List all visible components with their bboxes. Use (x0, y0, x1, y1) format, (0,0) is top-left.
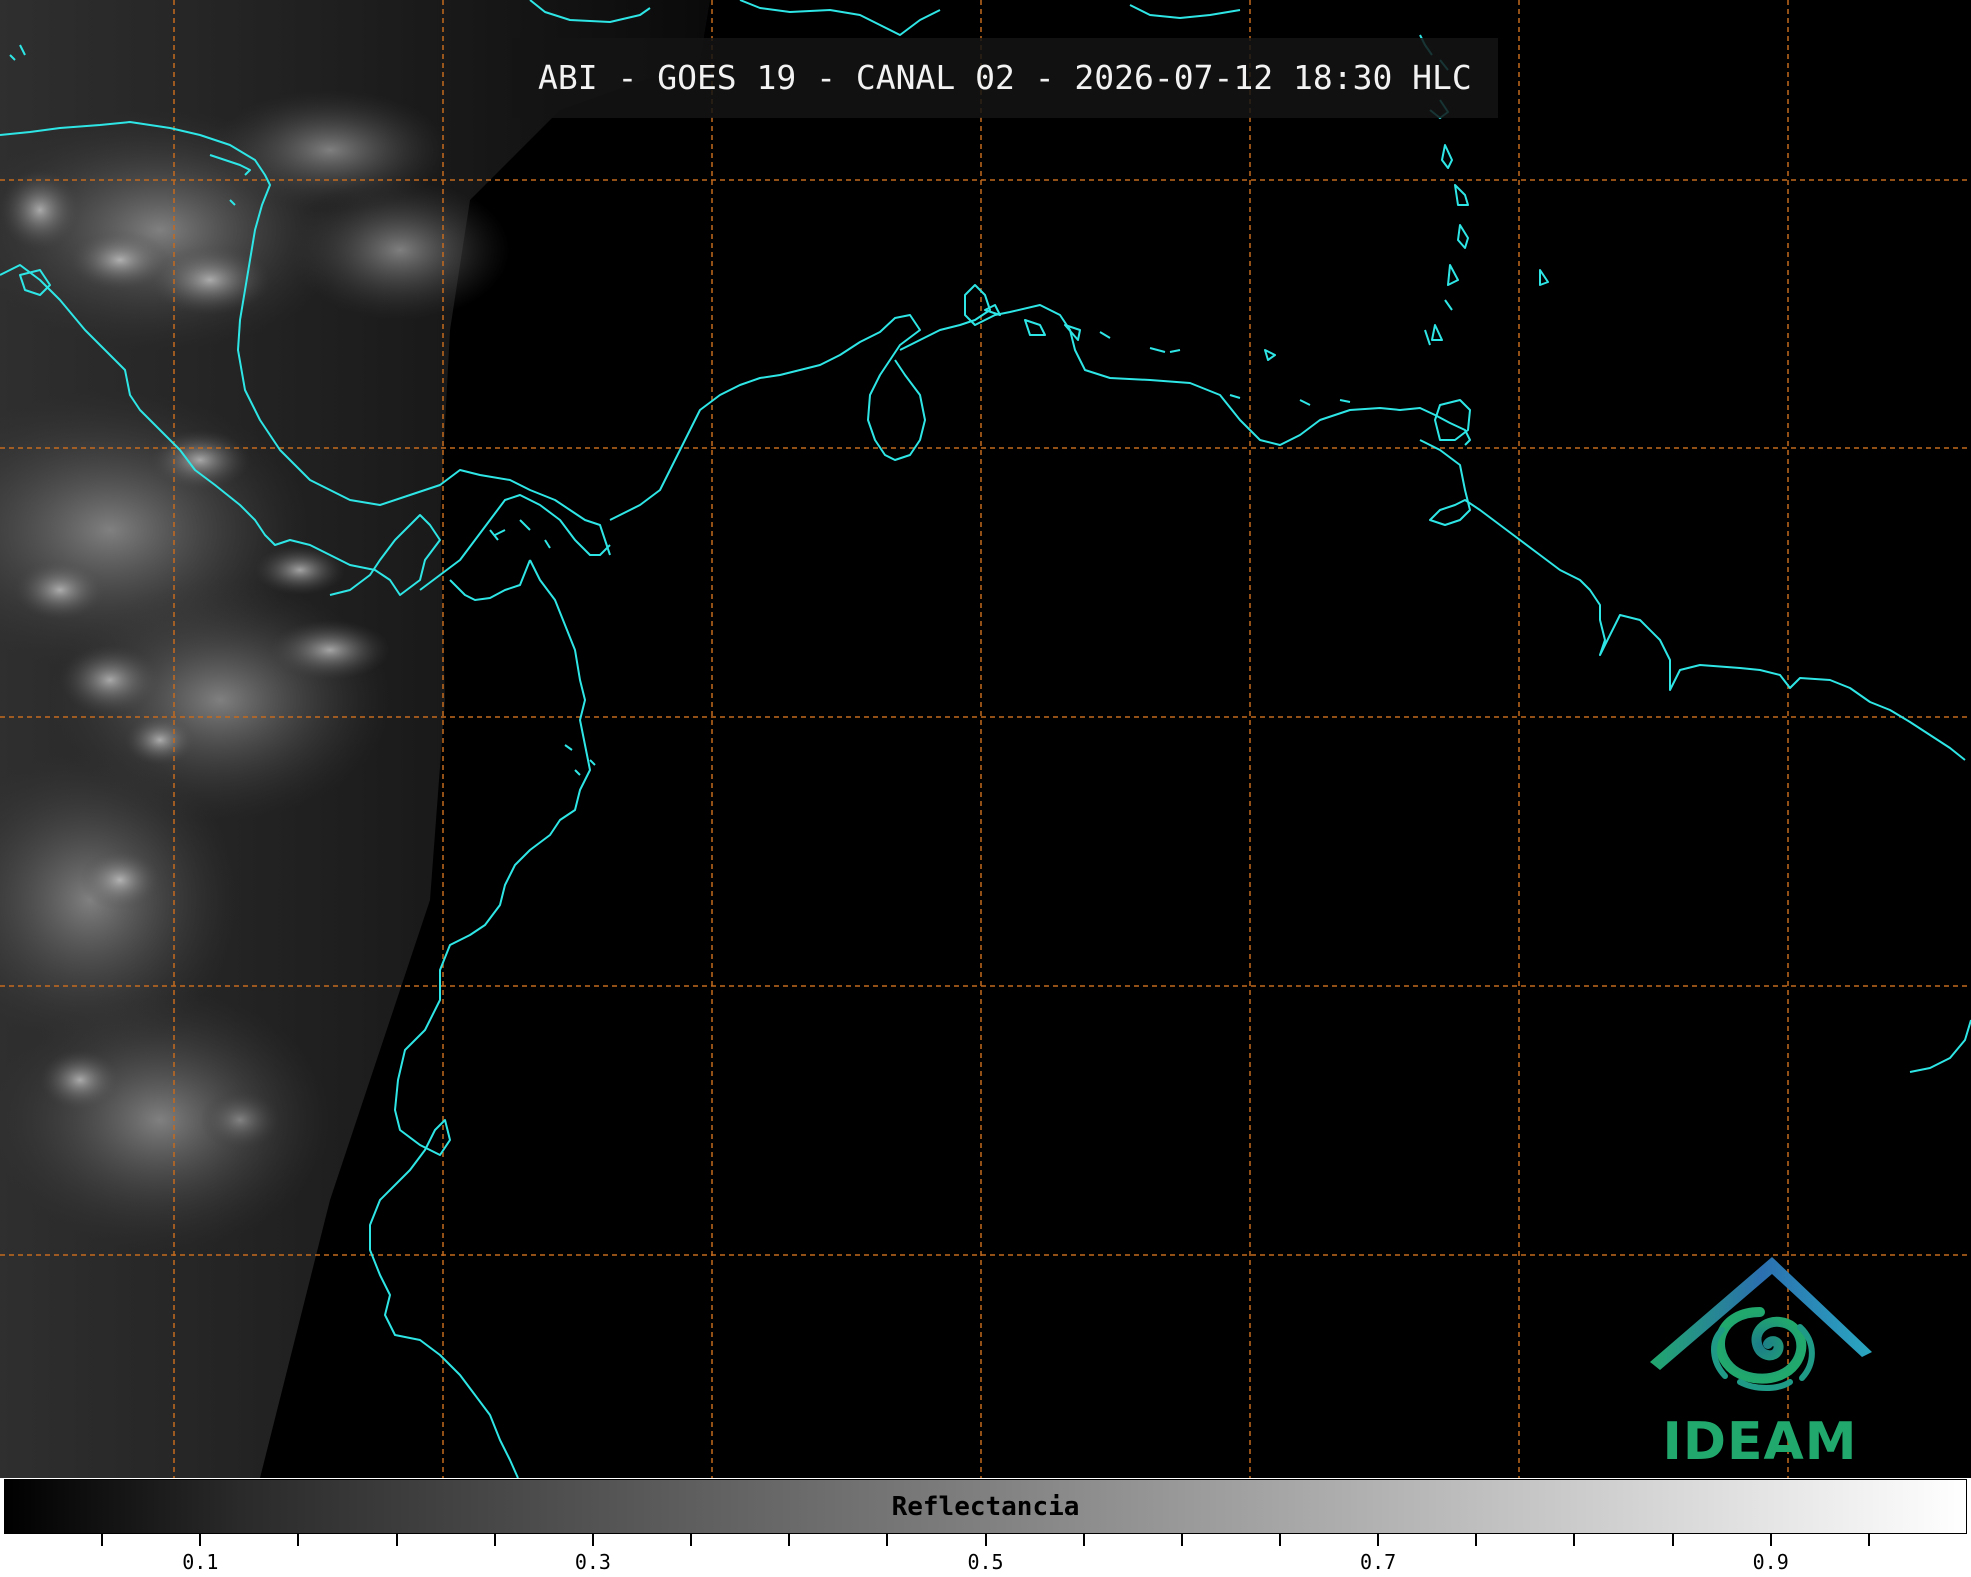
coastline-north-south-america (609, 314, 926, 521)
colorbar-tick (1867, 1534, 1870, 1546)
ideam-logo-icon (1650, 1257, 1872, 1391)
colorbar-tick (591, 1534, 594, 1546)
coastline-trinidad (1434, 399, 1471, 441)
coastline-panama-bay (449, 559, 531, 601)
colorbar-tick (395, 1534, 398, 1546)
satellite-map[interactable]: ABI - GOES 19 - CANAL 02 - 2026-07-12 18… (0, 0, 1971, 1478)
colorbar: Reflectancia 0.1 0.3 0.5 0.7 0.9 (0, 1478, 1971, 1577)
colorbar-tick (690, 1534, 693, 1546)
ideam-logo-text: IDEAM (1662, 1412, 1858, 1472)
coastline-small-islands (984, 304, 1351, 406)
colorbar-tick (1377, 1534, 1380, 1546)
colorbar-tick (1278, 1534, 1281, 1546)
coastline-orinoco-delta (1419, 439, 1966, 761)
colorbar-gradient: Reflectancia (4, 1479, 1967, 1534)
colorbar-tick (1769, 1534, 1772, 1546)
colorbar-tick-label: 0.9 (1752, 1550, 1789, 1574)
colorbar-tick (1671, 1534, 1674, 1546)
map-title: ABI - GOES 19 - CANAL 02 - 2026-07-12 18… (512, 38, 1498, 118)
colorbar-tick (493, 1534, 496, 1546)
colorbar-tick (101, 1534, 104, 1546)
colorbar-tick (984, 1534, 987, 1546)
colorbar-tick-label: 0.7 (1360, 1550, 1397, 1574)
colorbar-tick (788, 1534, 791, 1546)
illuminated-region (0, 0, 710, 1478)
coastline-brazil (1909, 1019, 1971, 1073)
colorbar-ticks: 0.1 0.3 0.5 0.7 0.9 (0, 1534, 1971, 1577)
colorbar-tick (1082, 1534, 1085, 1546)
colorbar-tick (1475, 1534, 1478, 1546)
colorbar-tick (1180, 1534, 1183, 1546)
colorbar-tick (199, 1534, 202, 1546)
coastline-panama (419, 494, 611, 591)
colorbar-tick (1573, 1534, 1576, 1546)
coastline-puerto-rico (1129, 4, 1241, 19)
colorbar-tick-label: 0.5 (967, 1550, 1004, 1574)
colorbar-tick-label: 0.1 (182, 1550, 219, 1574)
colorbar-tick-label: 0.3 (574, 1550, 611, 1574)
coastline-hispaniola (739, 0, 941, 36)
colorbar-tick (297, 1534, 300, 1546)
colorbar-label: Reflectancia (891, 1492, 1080, 1522)
ideam-logo: IDEAM (1640, 1252, 1880, 1472)
colorbar-tick (886, 1534, 889, 1546)
coastline-panama-islands (489, 519, 551, 549)
